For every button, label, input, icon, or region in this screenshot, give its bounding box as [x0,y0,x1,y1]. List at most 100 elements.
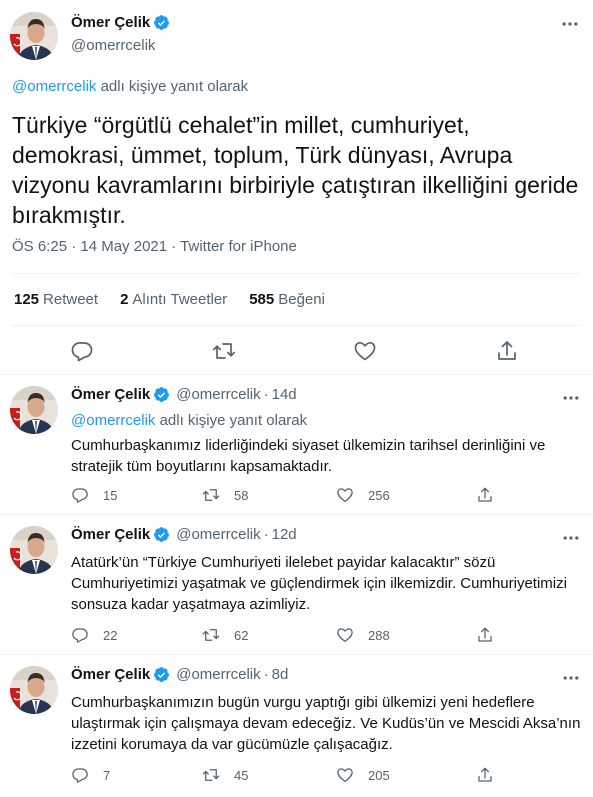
retweet-action[interactable]: 58 [202,486,248,504]
retweet-icon[interactable] [212,339,236,363]
tweet-stats: 125 Retweet 2 Alıntı Tweetler 585 Beğeni [14,291,325,308]
author-name[interactable]: Ömer Çelik [71,526,150,543]
likes-count: 585 [249,291,275,308]
tweet-time[interactable]: 8d [272,666,289,683]
like-action[interactable]: 288 [336,626,390,644]
reply-context: @omerrcelik adlı kişiye yanıt olarak [12,78,248,95]
avatar-image [10,666,58,714]
reply-action[interactable]: 22 [71,626,117,644]
retweet-icon [202,626,220,644]
share-icon[interactable] [495,339,519,363]
likes-count: 288 [368,627,390,643]
replies-count: 7 [103,767,111,783]
author-name[interactable]: Ömer Çelik [71,666,150,683]
tweet-text: Atatürk’ün “Türkiye Cumhuriyeti ilelebet… [71,554,567,613]
reply-tweet[interactable]: Ömer Çelik @omerrcelik · 14d @omerrcelik… [0,376,593,515]
reply-tweet[interactable]: Ömer Çelik @omerrcelik · 8d Cumhurbaşkan… [0,656,593,797]
reply-tweet[interactable]: Ömer Çelik @omerrcelik · 12d Atatürk’ün … [0,516,593,655]
author-handle[interactable]: @omerrcelik [176,666,260,683]
reply-icon[interactable] [70,339,94,363]
separator-dot: · [263,386,269,403]
share-icon [476,626,494,644]
likes-label: Beğeni [278,291,325,308]
verified-badge-icon [153,526,170,543]
tweet-time[interactable]: 12d [272,526,297,543]
replies-count: 22 [103,627,118,643]
author-name-row: Ömer Çelik @omerrcelik · 12d [71,526,297,543]
retweet-action[interactable]: 62 [202,626,248,644]
verified-badge-icon [153,386,170,403]
like-icon[interactable] [353,339,377,363]
reply-mention-link[interactable]: @omerrcelik [12,78,96,95]
separator-dot: · [263,666,269,683]
tweet-text: Cumhurbaşkanımızın bugün vurgu yaptığı g… [71,694,581,753]
tweet-actions: 15 58 256 [71,486,551,506]
reply-icon [71,626,89,644]
avatar[interactable] [10,386,58,434]
tweet-time[interactable]: 14d [272,386,297,403]
main-tweet: Ömer Çelik @omerrcelik @omerrcelik adlı … [0,0,593,375]
reply-context-label: adlı kişiye yanıt olarak [100,78,249,95]
author-name-row: Ömer Çelik [71,14,170,31]
reply-context-label: adlı kişiye yanıt olarak [159,412,308,429]
author-name[interactable]: Ömer Çelik [71,386,150,403]
reply-action[interactable]: 15 [71,486,117,504]
separator-dot: · [263,526,269,543]
more-options-icon[interactable] [561,528,581,548]
author-handle[interactable]: @omerrcelik [176,526,260,543]
retweets-count: 62 [234,627,249,643]
avatar-image [10,386,58,434]
tweet-actions: 22 62 288 [71,626,551,646]
retweets-label: Retweet [43,291,99,308]
share-action[interactable] [476,766,508,784]
retweets-count: 58 [234,487,249,503]
avatar[interactable] [10,526,58,574]
author-name[interactable]: Ömer Çelik [71,14,150,31]
reply-mention-link[interactable]: @omerrcelik [71,412,155,429]
replies-count: 15 [103,487,118,503]
avatar[interactable] [10,666,58,714]
share-icon [476,486,494,504]
avatar-image [10,526,58,574]
quotes-count: 2 [120,291,129,308]
share-action[interactable] [476,626,508,644]
more-options-icon[interactable] [560,14,580,34]
tweet-meta[interactable]: ÖS 6:25 · 14 May 2021 · Twitter for iPho… [12,238,297,255]
reply-icon [71,486,89,504]
avatar-image [10,12,58,60]
retweet-icon [202,486,220,504]
tweet-text: Cumhurbaşkanımız liderliğindeki siyaset … [71,437,546,475]
verified-badge-icon [153,666,170,683]
divider [12,325,581,326]
like-icon [336,766,354,784]
tweet-text: Türkiye “örgütlü cehalet”in millet, cumh… [12,112,579,228]
retweet-action[interactable]: 45 [202,766,248,784]
author-name-row: Ömer Çelik @omerrcelik · 8d [71,666,288,683]
more-options-icon[interactable] [561,388,581,408]
reply-icon [71,766,89,784]
author-handle[interactable]: @omerrcelik [176,386,260,403]
more-options-icon[interactable] [561,668,581,688]
share-icon [476,766,494,784]
like-action[interactable]: 256 [336,486,390,504]
like-action[interactable]: 205 [336,766,390,784]
likes-stat[interactable]: 585 Beğeni [249,291,325,308]
avatar[interactable] [10,12,58,60]
divider [12,273,581,274]
tweet-actions: 7 45 205 [71,766,551,786]
retweets-stat[interactable]: 125 Retweet [14,291,98,308]
like-icon [336,486,354,504]
author-handle[interactable]: @omerrcelik [71,37,155,54]
reply-context: @omerrcelik adlı kişiye yanıt olarak [71,412,307,429]
quotes-stat[interactable]: 2 Alıntı Tweetler [120,291,227,308]
likes-count: 256 [368,487,390,503]
author-name-row: Ömer Çelik @omerrcelik · 14d [71,386,297,403]
share-action[interactable] [476,486,508,504]
reply-action[interactable]: 7 [71,766,110,784]
retweet-icon [202,766,220,784]
retweets-count: 125 [14,291,40,308]
retweets-count: 45 [234,767,249,783]
quotes-label: Alıntı Tweetler [132,291,228,308]
likes-count: 205 [368,767,390,783]
verified-badge-icon [153,14,170,31]
